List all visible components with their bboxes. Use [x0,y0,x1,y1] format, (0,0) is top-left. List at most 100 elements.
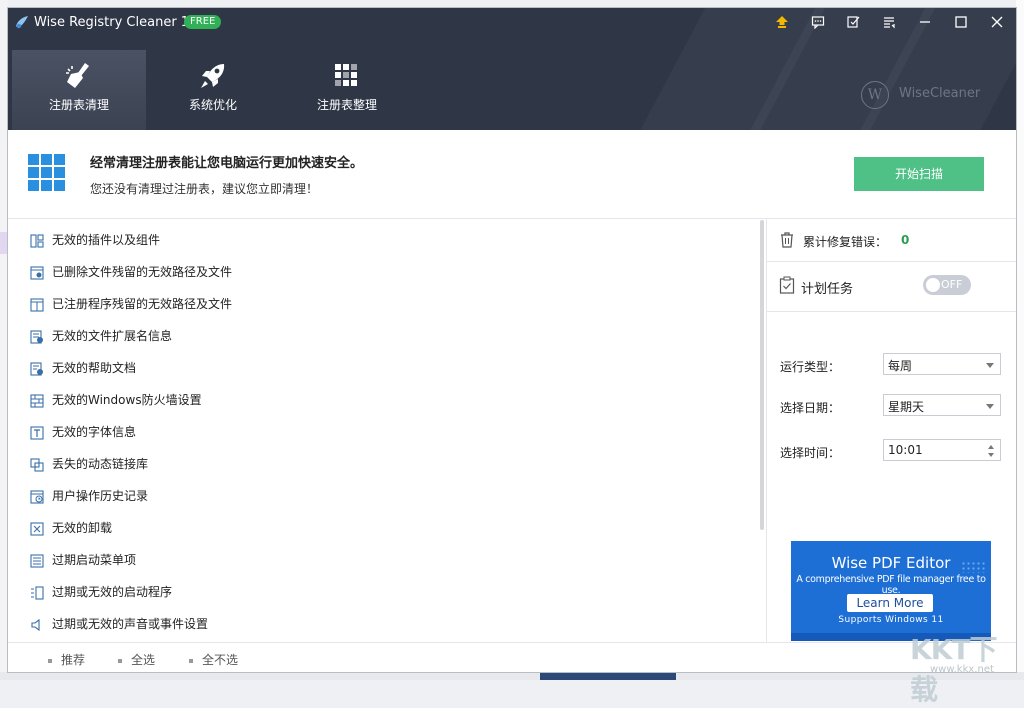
toggle-knob [926,278,940,292]
tab-system-optimize[interactable]: 系统优化 [146,50,280,130]
registry-grid-icon [28,154,66,192]
list-item-label: 无效的字体信息 [52,424,136,440]
list-item-label: 丢失的动态链接库 [52,456,148,472]
trash-icon [779,231,795,249]
close-icon[interactable] [984,11,1010,33]
list-item[interactable]: 已删除文件残留的无效路径及文件 [8,257,748,289]
list-item-label: 无效的Windows防火墙设置 [52,392,202,408]
feedback-icon[interactable] [805,11,831,33]
tab-label: 注册表清理 [12,96,146,113]
time-label: 选择时间： [780,444,840,461]
rocket-icon [197,60,229,92]
uninstall-icon [30,522,44,536]
brand-text: WiseCleaner [899,86,980,101]
broom-icon [63,60,95,92]
start-menu-icon [30,554,44,568]
app-title: Wise Registry Cleaner 11 [34,14,197,32]
font-icon [30,426,44,440]
run-type-label: 运行类型： [780,358,840,375]
toggle-text: OFF [941,278,962,292]
list-item-label: 无效的帮助文档 [52,360,136,376]
list-item[interactable]: 无效的字体信息 [8,417,748,449]
select-all-link[interactable]: 全选 [118,651,155,668]
list-item[interactable]: 已注册程序残留的无效路径及文件 [8,289,748,321]
run-type-select[interactable]: 每周 [883,353,1001,375]
status-banner: 经常清理注册表能让您电脑运行更加快速安全。 您还没有清理过注册表，建议您立即清理… [8,130,1016,219]
banner-headline: 经常清理注册表能让您电脑运行更加快速安全。 [90,152,363,171]
footer: 推荐 全选 全不选 [8,642,1016,672]
free-badge: FREE [184,15,221,29]
maximize-icon[interactable] [948,11,974,33]
app-logo-icon [14,14,30,30]
tab-label: 注册表整理 [280,96,414,113]
tab-registry-defrag[interactable]: 注册表整理 [280,50,414,130]
start-scan-button[interactable]: 开始扫描 [854,157,984,191]
spin-down-icon[interactable] [988,453,994,457]
list-item[interactable]: 无效的文件扩展名信息 [8,321,748,353]
file-extension-icon [30,330,44,344]
tab-label: 系统优化 [146,96,280,113]
desktop-right-strip [1016,0,1024,680]
schedule-toggle[interactable]: OFF [923,275,971,295]
header: Wise Registry Cleaner 11 FREE [8,8,1016,130]
taskbar-fragment [540,672,676,680]
list-item[interactable]: 过期或无效的启动程序 [8,577,748,609]
list-item[interactable]: 无效的插件以及组件 [8,225,748,257]
list-scrollbar[interactable] [760,220,764,530]
list-item-label: 无效的卸载 [52,520,112,536]
list-item[interactable]: 过期启动菜单项 [8,545,748,577]
repair-counter: 累计修复错误： 0 [779,231,1009,251]
list-item-label: 已注册程序残留的无效路径及文件 [52,296,232,312]
blocks-icon [331,60,363,92]
history-icon [30,490,44,504]
time-input[interactable]: 10:01 [883,439,1001,461]
brand-circle: W [861,81,889,109]
pdf-editor-ad[interactable]: Wise PDF Editor A comprehensive PDF file… [791,541,991,641]
upgrade-icon[interactable] [769,11,795,33]
ad-description: A comprehensive PDF file manager free to… [791,574,991,596]
chevron-down-icon [986,404,994,409]
date-select[interactable]: 星期天 [883,394,1001,416]
repair-count: 0 [901,233,909,247]
wisecleaner-logo: W WiseCleaner [861,80,981,110]
list-item[interactable]: 用户操作历史记录 [8,481,748,513]
list-item-label: 无效的插件以及组件 [52,232,160,248]
run-type-value: 每周 [888,357,912,374]
menu-icon[interactable] [876,11,902,33]
program-path-icon [30,298,44,312]
list-item-label: 过期启动菜单项 [52,552,136,568]
schedule-label: 计划任务 [801,278,853,297]
help-doc-icon [30,362,44,376]
list-item[interactable]: 无效的帮助文档 [8,353,748,385]
date-value: 星期天 [888,398,924,415]
minimize-icon[interactable] [912,11,938,33]
spin-up-icon[interactable] [988,445,994,449]
learn-more-button[interactable]: Learn More [847,594,933,612]
title-bar: Wise Registry Cleaner 11 FREE [8,8,1016,38]
schedule-clipboard-icon [779,276,795,294]
date-label: 选择日期： [780,399,840,416]
sound-icon [30,618,44,632]
select-none-link[interactable]: 全不选 [189,651,238,668]
list-item-label: 已删除文件残留的无效路径及文件 [52,264,232,280]
banner-subline: 您还没有清理过注册表，建议您立即清理！ [90,180,318,197]
repair-label: 累计修复错误： [803,233,887,250]
list-item-label: 过期或无效的启动程序 [52,584,172,600]
list-item[interactable]: 无效的卸载 [8,513,748,545]
tab-registry-clean[interactable]: 注册表清理 [12,50,146,130]
firewall-icon [30,394,44,408]
schedule-row: 计划任务 OFF [779,274,1009,300]
time-value: 10:01 [888,443,923,457]
list-item-label: 用户操作历史记录 [52,488,148,504]
recommend-link[interactable]: 推荐 [48,651,85,668]
list-item[interactable]: 过期或无效的声音或事件设置 [8,609,748,641]
list-item[interactable]: 无效的Windows防火墙设置 [8,385,748,417]
skin-icon[interactable] [840,11,866,33]
startup-icon [30,586,44,600]
list-item-label: 过期或无效的声音或事件设置 [52,616,208,632]
ad-support: Supports Windows 11 [791,615,991,625]
list-item[interactable]: 丢失的动态链接库 [8,449,748,481]
desktop-bottom-strip [0,672,1024,680]
scan-category-list: 无效的插件以及组件 已删除文件残留的无效路径及文件 已注册程序残留的无效路径及文… [8,219,760,642]
desktop-left-strip [0,0,8,680]
